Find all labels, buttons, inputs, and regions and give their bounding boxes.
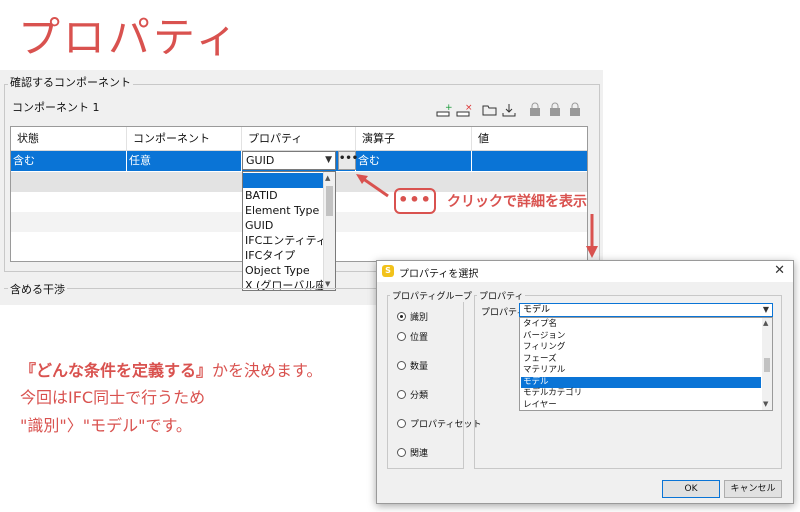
radio-label[interactable]: 位置 — [410, 330, 428, 343]
dropdown-item[interactable]: IFCエンティティ — [245, 233, 325, 248]
dialog-title: プロパティを選択 — [399, 269, 479, 280]
select-property-dialog: S プロパティを選択 ✕ プロパティグループ 識別 位置 数量 分類 プロパティ… — [376, 260, 794, 504]
column-header-value[interactable]: 値 — [472, 127, 587, 150]
column-header-property[interactable]: プロパティ — [242, 127, 356, 150]
radio-quantity[interactable] — [397, 361, 406, 370]
list-item[interactable]: フィリング — [521, 342, 761, 354]
dropdown-item[interactable]: Object Type — [245, 263, 325, 278]
list-item[interactable]: タイプ名 — [521, 319, 761, 331]
property-combo-value: GUID — [246, 154, 275, 167]
open-folder-icon[interactable] — [482, 102, 498, 118]
chevron-up-icon: ▲ — [763, 319, 769, 327]
page-title: プロパティ — [18, 13, 241, 62]
dialog-titlebar[interactable]: S プロパティを選択 ✕ — [377, 261, 793, 282]
dropdown-item[interactable] — [243, 173, 325, 188]
list-item[interactable]: マテリアル — [521, 365, 761, 377]
interference-caption: 含める干渉 — [8, 281, 67, 297]
details-button[interactable]: ••• — [338, 151, 359, 170]
body-line-2: 今回はIFC同士で行うため — [20, 388, 206, 407]
list-scrollbar[interactable]: ▲ ▼ — [762, 318, 772, 410]
radio-relation[interactable] — [397, 448, 406, 457]
chevron-down-icon: ▼ — [325, 280, 331, 288]
list-item[interactable]: モデルカテゴリ — [521, 388, 761, 400]
lock-icon[interactable] — [527, 102, 543, 118]
column-header-status[interactable]: 状態 — [11, 127, 127, 150]
chevron-down-icon: ▼ — [762, 305, 769, 314]
table-header: 状態 コンポーネント プロパティ 演算子 値 — [11, 127, 587, 151]
cancel-button[interactable]: キャンセル — [724, 480, 782, 498]
radio-label[interactable]: プロパティセット — [410, 417, 481, 430]
property-caption: プロパティ — [477, 289, 526, 302]
cell-value[interactable] — [472, 151, 587, 171]
property-group-caption: プロパティグループ — [390, 289, 474, 302]
body-line-3: "識別"〉"モデル"です。 — [20, 416, 192, 435]
dropdown-scrollbar[interactable]: ▲ ▼ — [323, 172, 335, 290]
property-select-value: モデル — [523, 305, 551, 315]
scroll-thumb[interactable] — [764, 358, 770, 372]
column-header-operator[interactable]: 演算子 — [356, 127, 472, 150]
radio-label[interactable]: 数量 — [410, 359, 428, 372]
dropdown-item[interactable]: GUID — [245, 218, 325, 233]
property-combo[interactable]: GUID ▼ — [242, 151, 336, 170]
cell-component[interactable]: 任意 — [127, 151, 242, 171]
radio-location[interactable] — [397, 332, 406, 341]
radio-label[interactable]: 分類 — [410, 388, 428, 401]
property-list[interactable]: タイプ名 バージョン フィリング フェーズ マテリアル モデル モデルカテゴリ … — [519, 317, 773, 411]
radio-identity[interactable] — [397, 312, 406, 321]
chevron-down-icon: ▼ — [325, 155, 332, 165]
column-header-component[interactable]: コンポーネント — [127, 127, 242, 150]
pointer-arrow-icon — [356, 174, 389, 198]
property-select[interactable]: モデル ▼ — [519, 303, 773, 317]
list-item[interactable]: フェーズ — [521, 354, 761, 366]
svg-text:+: + — [445, 103, 452, 113]
svg-text:×: × — [465, 103, 472, 113]
chevron-up-icon: ▲ — [325, 174, 331, 182]
body-text: かを決めます。 — [212, 361, 323, 380]
callout-dots-badge: ••• — [394, 188, 436, 214]
app-icon: S — [382, 265, 394, 277]
more-dots-icon: ••• — [339, 153, 359, 164]
radio-label[interactable]: 関連 — [410, 446, 428, 459]
callout-text: クリックで詳細を表示 — [447, 194, 587, 210]
list-item[interactable]: レイヤー — [521, 400, 761, 411]
chevron-down-icon: ▼ — [763, 400, 769, 408]
list-item[interactable]: バージョン — [521, 331, 761, 343]
scroll-thumb[interactable] — [326, 186, 333, 216]
group-caption: 確認するコンポーネント — [8, 76, 133, 90]
radio-classification[interactable] — [397, 390, 406, 399]
body-emphasis: 『どんな条件を定義する』 — [20, 361, 213, 380]
property-dropdown-list[interactable]: BATID Element Type GUID IFCエンティティ IFCタイプ… — [242, 171, 336, 291]
download-icon[interactable] — [501, 102, 517, 118]
down-arrow-icon — [586, 214, 598, 258]
close-icon[interactable]: ✕ — [774, 263, 785, 278]
delete-row-icon[interactable]: × — [456, 102, 472, 118]
cell-operator[interactable]: 含む — [356, 151, 472, 171]
list-item-selected[interactable]: モデル — [521, 376, 761, 388]
radio-label[interactable]: 識別 — [410, 310, 428, 323]
dropdown-item[interactable]: BATID — [245, 188, 325, 203]
lock-icon[interactable] — [547, 102, 563, 118]
body-line-1: 『どんな条件を定義する』かを決めます。 — [20, 357, 322, 381]
dropdown-item[interactable]: Element Type — [245, 203, 325, 218]
ok-button[interactable]: OK — [662, 480, 720, 498]
radio-property-set[interactable] — [397, 419, 406, 428]
component-label: コンポーネント 1 — [12, 101, 100, 114]
cell-status[interactable]: 含む — [11, 151, 127, 171]
add-row-icon[interactable]: + — [436, 102, 452, 118]
lock-icon[interactable] — [567, 102, 583, 118]
dropdown-item[interactable]: IFCタイプ — [245, 248, 325, 263]
